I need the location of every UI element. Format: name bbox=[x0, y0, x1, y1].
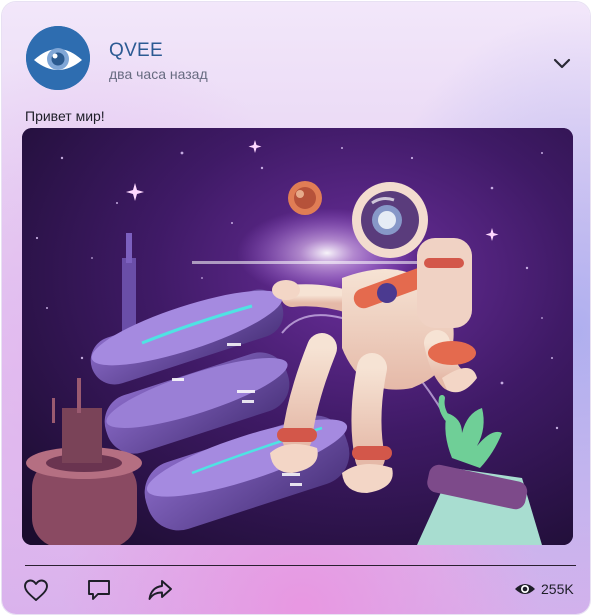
post-card: QVEE два часа назад Привет мир! 255K bbox=[2, 2, 590, 614]
views-counter: 255K bbox=[514, 577, 574, 601]
comment-button[interactable] bbox=[84, 576, 114, 604]
share-button[interactable] bbox=[145, 576, 175, 604]
post-image[interactable] bbox=[22, 128, 573, 545]
chevron-down-icon[interactable] bbox=[550, 54, 574, 74]
comment-icon bbox=[88, 580, 110, 600]
actions-divider bbox=[25, 565, 576, 566]
avatar[interactable] bbox=[26, 26, 90, 90]
share-icon bbox=[148, 580, 172, 600]
post-header: QVEE два часа назад bbox=[2, 2, 590, 98]
views-count: 255K bbox=[541, 581, 574, 597]
author-name[interactable]: QVEE bbox=[109, 40, 163, 62]
heart-icon bbox=[24, 579, 48, 601]
eye-logo-icon bbox=[26, 26, 90, 90]
post-timestamp: два часа назад bbox=[109, 66, 208, 82]
post-text: Привет мир! bbox=[25, 108, 105, 124]
eye-icon bbox=[515, 584, 535, 594]
like-button[interactable] bbox=[21, 576, 51, 604]
